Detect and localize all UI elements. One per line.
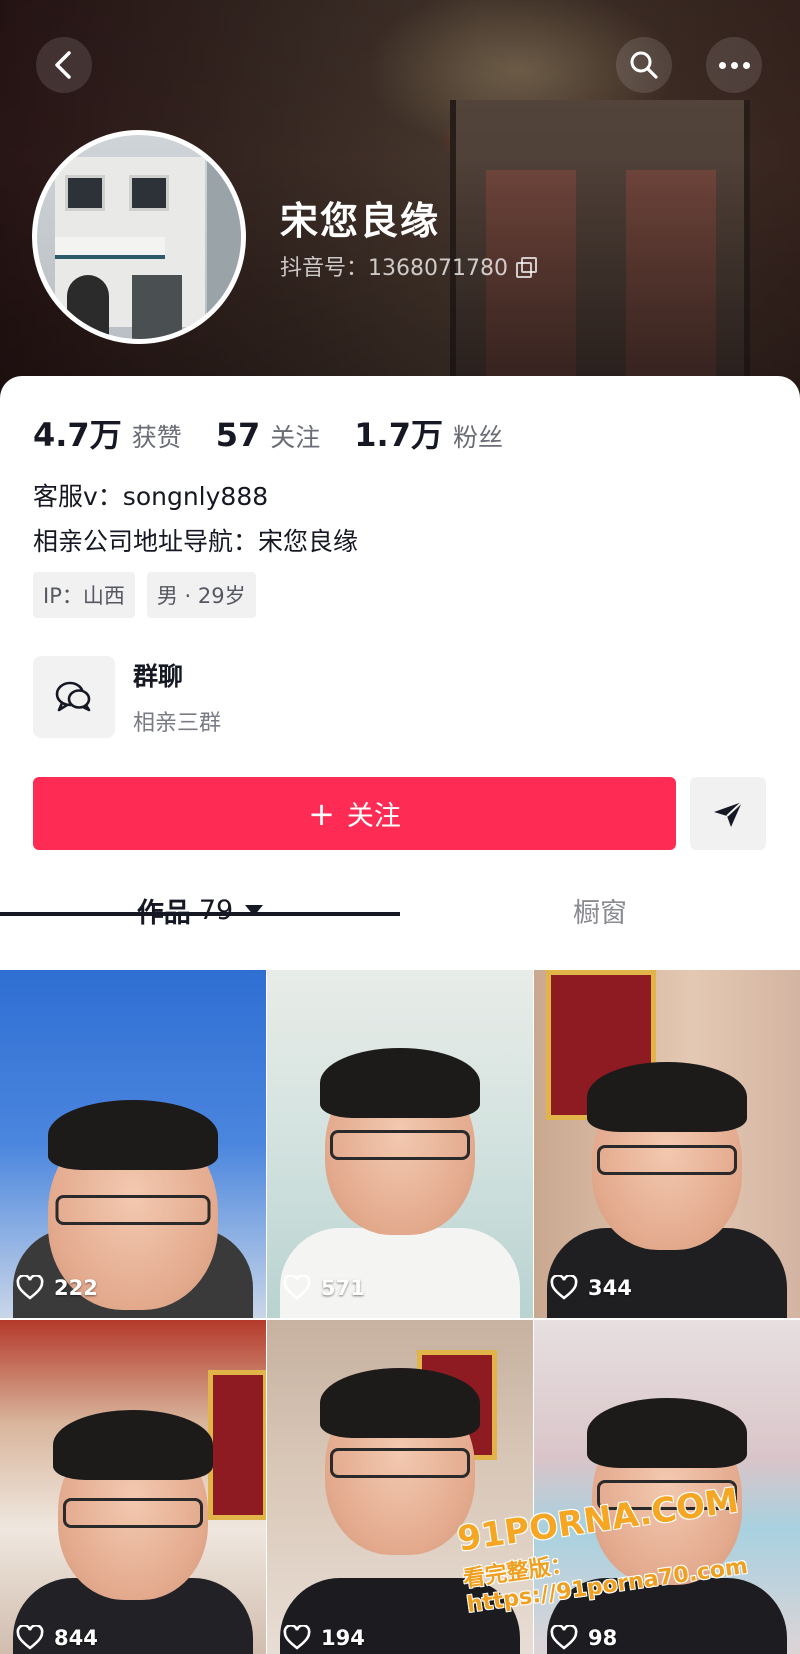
thumb-glasses [330, 1130, 470, 1160]
stat-followers-label: 粉丝 [452, 423, 503, 452]
more-dots-icon [718, 61, 750, 69]
video-likes-count: 98 [588, 1625, 618, 1650]
video-thumbnail[interactable]: 844 [0, 1320, 266, 1654]
more-button[interactable] [706, 37, 762, 93]
stat-followers[interactable]: 1.7万 粉丝 [354, 410, 503, 456]
video-likes: 344 [550, 1275, 632, 1300]
thumb-hair [587, 1062, 747, 1132]
video-likes-count: 194 [321, 1625, 365, 1650]
thumb-body [280, 1228, 520, 1318]
tab-works[interactable]: 作品 79 [0, 876, 400, 944]
video-likes: 98 [550, 1625, 617, 1650]
group-chat-entry[interactable]: 群聊 相亲三群 [33, 656, 221, 738]
heart-icon [550, 1275, 578, 1300]
heart-icon [283, 1275, 311, 1300]
bio-line-contact: 客服v：songnly888 [33, 482, 269, 511]
stat-likes-value: 4.7万 [33, 416, 122, 454]
share-button[interactable] [690, 777, 766, 850]
thumb-glasses [63, 1498, 203, 1528]
thumb-banner [208, 1370, 266, 1520]
back-button[interactable] [36, 37, 92, 93]
heart-icon [550, 1625, 578, 1650]
send-arrow-icon [714, 800, 743, 827]
avatar-arch [67, 275, 109, 339]
thumb-hair [320, 1048, 480, 1118]
thumb-hair [48, 1100, 218, 1170]
profile-name: 宋您良缘 [280, 199, 441, 243]
chat-bubbles-icon [55, 681, 91, 712]
heart-icon [16, 1625, 44, 1650]
avatar-gate [132, 275, 182, 339]
follow-button[interactable]: + 关注 [33, 777, 676, 850]
copy-icon[interactable] [515, 257, 537, 278]
video-thumbnail[interactable]: 222 [0, 970, 266, 1318]
douyin-id-text: 抖音号：1368071780 [280, 256, 508, 281]
group-chat-title: 群聊 [133, 662, 184, 691]
stats-row: 4.7万 获赞 57 关注 1.7万 粉丝 [33, 410, 525, 456]
gender-age-tag: 男 · 29岁 [146, 572, 256, 618]
stat-following-value: 57 [215, 416, 261, 454]
group-chat-text: 群聊 相亲三群 [133, 657, 221, 737]
plus-icon: + [308, 794, 335, 833]
active-tab-indicator [0, 912, 400, 916]
douyin-id[interactable]: 抖音号：1368071780 [280, 250, 537, 282]
content-tabs: 作品 79 橱窗 [0, 876, 800, 944]
heart-icon [16, 1275, 44, 1300]
bio-line-address: 相亲公司地址导航：宋您良缘 [33, 527, 359, 556]
video-thumbnail[interactable]: 571 [267, 970, 533, 1318]
stat-followers-value: 1.7万 [354, 416, 443, 454]
avatar[interactable] [32, 130, 246, 344]
video-likes: 571 [283, 1275, 365, 1300]
avatar-window [129, 175, 169, 211]
stat-following[interactable]: 57 关注 [216, 416, 321, 454]
search-button[interactable] [616, 37, 672, 93]
search-icon [630, 51, 658, 79]
tab-showcase[interactable]: 橱窗 [400, 876, 800, 944]
video-likes: 222 [16, 1275, 98, 1300]
back-arrow-icon [55, 51, 71, 79]
video-likes-count: 844 [54, 1625, 98, 1650]
tab-showcase-label: 橱窗 [573, 897, 627, 929]
ip-tag: IP：山西 [33, 572, 135, 618]
video-thumbnail[interactable]: 344 [534, 970, 800, 1318]
group-chat-subtitle: 相亲三群 [133, 711, 222, 736]
profile-tags: IP：山西 男 · 29岁 [33, 572, 256, 618]
video-likes-count: 571 [321, 1275, 365, 1300]
avatar-side-building [207, 135, 241, 339]
video-likes: 844 [16, 1625, 98, 1650]
thumb-hair [320, 1368, 480, 1438]
thumb-glasses [55, 1195, 211, 1225]
follow-label: 关注 [346, 801, 401, 832]
avatar-window [65, 175, 105, 211]
profile-header: 宋您良缘 抖音号：1368071780 [0, 0, 800, 400]
stat-following-label: 关注 [270, 423, 321, 452]
thumb-hair [53, 1410, 213, 1480]
video-likes-count: 344 [588, 1275, 632, 1300]
avatar-sign [55, 237, 165, 259]
group-chat-icon-box [33, 656, 115, 738]
tab-works-label: 作品 [136, 897, 191, 929]
stat-likes[interactable]: 4.7万 获赞 [33, 410, 182, 456]
video-likes: 194 [283, 1625, 365, 1650]
stat-likes-label: 获赞 [131, 423, 182, 452]
thumb-glasses [597, 1145, 737, 1175]
video-likes-count: 222 [54, 1275, 98, 1300]
tab-works-count: 79 [198, 894, 234, 926]
heart-icon [283, 1625, 311, 1650]
thumb-hair [587, 1398, 747, 1468]
thumb-glasses [330, 1448, 470, 1478]
